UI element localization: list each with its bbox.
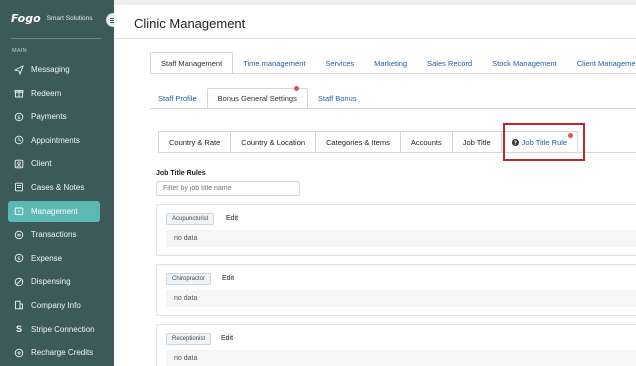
sidebar-item-company-info[interactable]: Company Info xyxy=(8,295,100,316)
job-title-tag: Acupuncturist xyxy=(166,213,215,225)
notes-icon xyxy=(13,181,25,193)
edit-button[interactable]: Edit xyxy=(226,215,238,222)
sidebar-item-appointments[interactable]: Appointments xyxy=(8,130,100,151)
tab-staff-profile[interactable]: Staff Profile xyxy=(148,88,207,109)
tab-country-rate[interactable]: Country & Rate xyxy=(158,131,232,153)
sidebar-section-label: MAIN xyxy=(12,48,27,54)
brand: Fogo Smart Solutions xyxy=(0,0,120,36)
sidebar-item-management[interactable]: Management xyxy=(8,200,100,222)
brand-tagline: Smart Solutions xyxy=(46,14,93,22)
sidebar-item-label: Cases & Notes xyxy=(31,182,85,192)
sidebar-item-label: Company Info xyxy=(31,300,81,310)
expense-icon: $ xyxy=(13,252,25,264)
sidebar-item-label: Messaging xyxy=(31,65,70,74)
tab-client-management[interactable]: Client Management xyxy=(567,52,636,74)
sidebar-item-cases-notes[interactable]: Cases & Notes xyxy=(8,177,100,198)
notification-dot xyxy=(294,86,299,91)
tab-stock-management[interactable]: Stock Management xyxy=(482,52,567,74)
sidebar-item-label: Management xyxy=(31,206,78,216)
sidebar-item-expense[interactable]: $ Expense xyxy=(8,248,100,269)
sidebar-item-stripe-connection[interactable]: S Stripe Connection xyxy=(8,319,100,340)
sidebar-item-messaging[interactable]: Messaging xyxy=(8,59,100,80)
sidebar-item-label: Stripe Connection xyxy=(31,324,95,334)
tab-staff-management[interactable]: Staff Management xyxy=(150,52,234,74)
svg-text:$: $ xyxy=(17,115,20,121)
tab-accounts[interactable]: Accounts xyxy=(400,131,453,153)
tab-services[interactable]: Services xyxy=(315,52,364,74)
sidebar-item-label: Client xyxy=(31,159,52,169)
client-icon xyxy=(13,158,25,170)
svg-text:$: $ xyxy=(17,256,20,262)
job-title-rules-label: Job Title Rules xyxy=(156,170,206,177)
sidebar-item-label: Dispensing xyxy=(31,277,71,287)
rule-card-chiropractor: Chiropractor Edit no data xyxy=(156,264,636,316)
tab-staff-bonus[interactable]: Staff Bonus xyxy=(308,88,367,109)
no-data-text: no data xyxy=(166,230,636,247)
gift-icon xyxy=(13,87,25,99)
sidebar-item-label: Transactions xyxy=(31,230,77,240)
sidebar-item-transactions[interactable]: Transactions xyxy=(8,224,100,245)
sidebar-item-label: Expense xyxy=(31,253,63,263)
title-divider xyxy=(114,38,636,39)
sidebar: Fogo Smart Solutions MAIN Messaging Rede… xyxy=(0,0,120,366)
job-title-tag: Chiropractor xyxy=(166,273,212,285)
sidebar-item-label: Payments xyxy=(31,112,67,122)
transactions-icon xyxy=(13,229,25,241)
sidebar-item-redeem[interactable]: Redeem xyxy=(8,83,100,104)
edit-button[interactable]: Edit xyxy=(222,275,234,282)
payments-icon: $ xyxy=(13,111,25,123)
top-bar xyxy=(114,0,636,5)
main-tabs: Staff Management Time management Service… xyxy=(150,52,636,74)
stripe-icon: S xyxy=(15,324,22,335)
tab-categories-items[interactable]: Categories & Items xyxy=(316,131,401,153)
page-title: Clinic Management xyxy=(134,16,246,31)
rule-card-acupuncturist: Acupuncturist Edit no data xyxy=(156,204,636,256)
tab-country-location[interactable]: Country & Location xyxy=(231,131,317,153)
brand-logo: Fogo xyxy=(11,11,41,25)
send-icon xyxy=(13,64,25,76)
tab-marketing[interactable]: Marketing xyxy=(364,52,417,74)
no-data-text: no data xyxy=(166,350,636,366)
sidebar-item-payments[interactable]: $ Payments xyxy=(8,106,100,127)
no-data-text: no data xyxy=(166,290,636,307)
main-content: Clinic Management Staff Management Time … xyxy=(114,0,636,366)
tab-time-management[interactable]: Time management xyxy=(233,52,315,74)
tab-bonus-general-settings[interactable]: Bonus General Settings xyxy=(206,88,308,109)
filter-input[interactable] xyxy=(156,181,300,196)
sidebar-item-label: Recharge Credits xyxy=(31,348,94,358)
management-icon xyxy=(13,205,25,217)
clock-icon xyxy=(13,134,25,146)
sidebar-item-client[interactable]: Client xyxy=(8,153,100,174)
sidebar-item-recharge-credits[interactable]: Recharge Credits xyxy=(8,342,100,363)
sub-tabs: Staff Profile Bonus General Settings Sta… xyxy=(148,88,367,109)
recharge-icon xyxy=(13,347,25,359)
tab-sales-record[interactable]: Sales Record xyxy=(417,52,482,74)
sidebar-item-label: Redeem xyxy=(31,88,62,98)
rule-card-receptionist: Receptionist Edit no data xyxy=(156,324,636,366)
dispensing-icon xyxy=(13,276,25,288)
job-title-tag: Receptionist xyxy=(166,333,212,345)
main-tabs-divider xyxy=(150,73,636,74)
building-icon xyxy=(13,299,25,311)
highlight-box xyxy=(503,123,585,161)
sidebar-item-dispensing[interactable]: Dispensing xyxy=(8,271,100,292)
sub-tabs-divider xyxy=(150,108,636,109)
tab-job-title[interactable]: Job Title xyxy=(452,131,502,153)
edit-button[interactable]: Edit xyxy=(221,335,233,342)
sidebar-item-label: Appointments xyxy=(31,135,80,145)
